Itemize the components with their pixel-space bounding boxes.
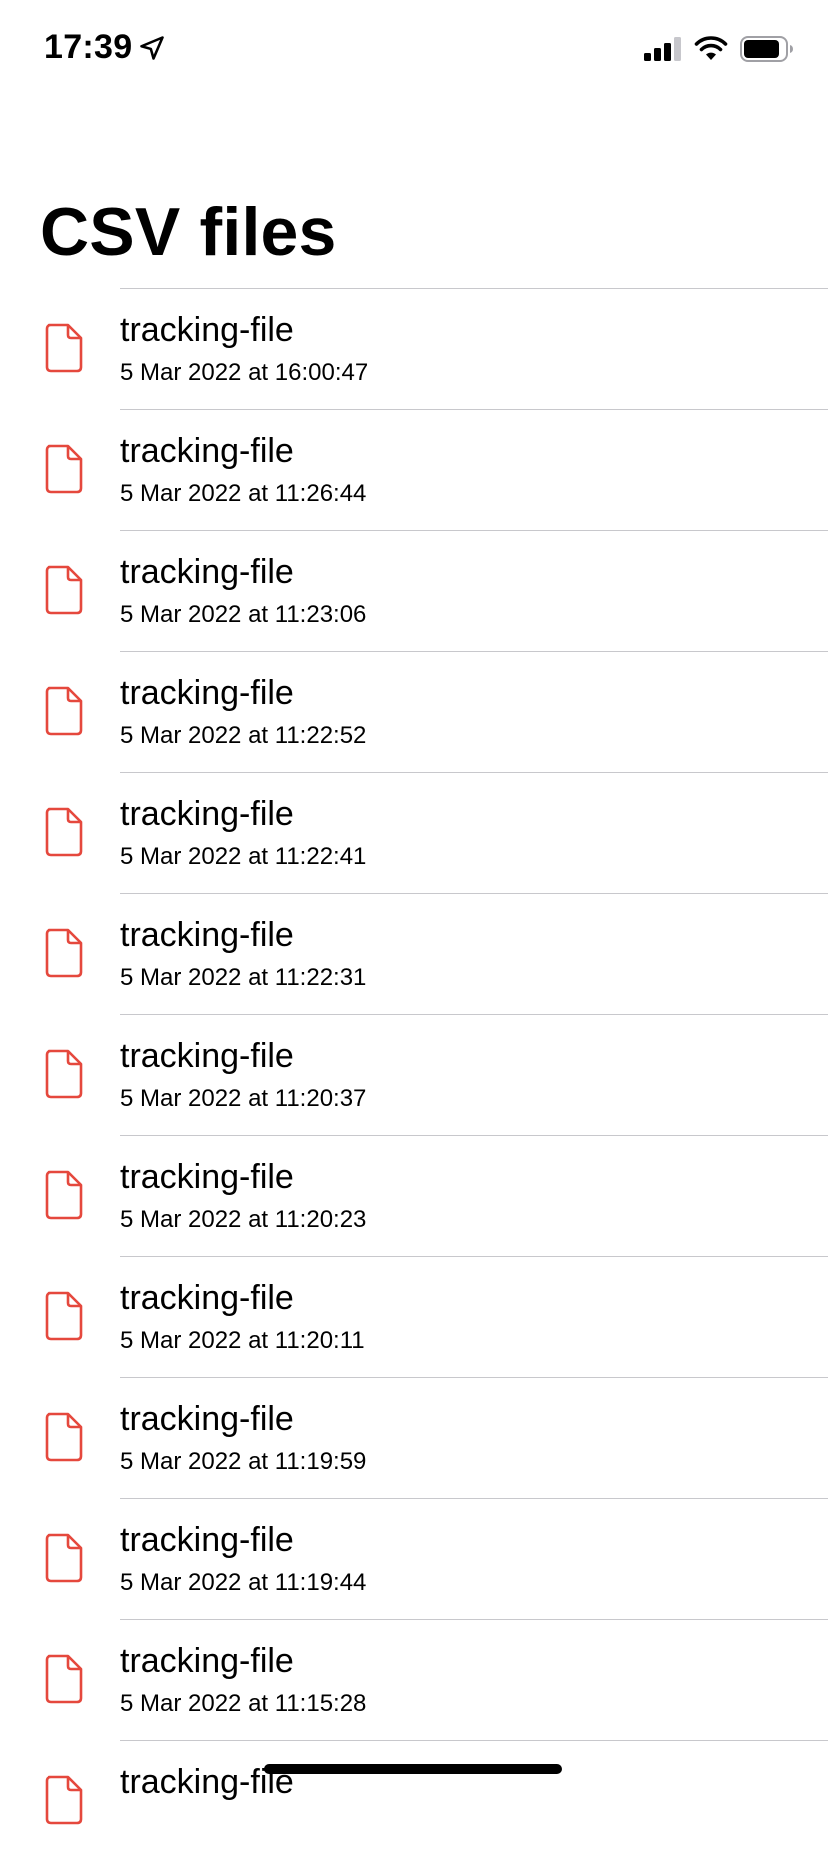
file-date: 5 Mar 2022 at 11:19:59 [120, 1448, 367, 1475]
status-icons [644, 36, 794, 62]
file-row[interactable]: tracking-file 5 Mar 2022 at 11:26:44 [0, 409, 828, 530]
document-icon [45, 1291, 83, 1341]
document-icon [45, 1775, 83, 1825]
file-row[interactable]: tracking-file 5 Mar 2022 at 11:19:59 [0, 1377, 828, 1498]
document-icon [45, 807, 83, 857]
document-icon [45, 323, 83, 373]
file-name: tracking-file [120, 795, 294, 833]
file-row[interactable]: tracking-file 5 Mar 2022 at 11:22:41 [0, 772, 828, 893]
row-divider [120, 1740, 828, 1741]
page-title: CSV files [40, 194, 337, 270]
file-name: tracking-file [120, 1037, 294, 1075]
file-row[interactable]: tracking-file 5 Mar 2022 at 16:00:47 [0, 288, 828, 409]
document-icon [45, 1170, 83, 1220]
file-name: tracking-file [120, 674, 294, 712]
file-row[interactable]: tracking-file 5 Mar 2022 at 11:15:28 [0, 1619, 828, 1740]
row-divider [120, 530, 828, 531]
row-divider [120, 1014, 828, 1015]
cellular-signal-icon [644, 37, 681, 61]
file-date: 5 Mar 2022 at 11:22:52 [120, 722, 367, 749]
file-name: tracking-file [120, 311, 294, 349]
file-name: tracking-file [120, 916, 294, 954]
file-date: 5 Mar 2022 at 11:20:23 [120, 1206, 367, 1233]
document-icon [45, 1412, 83, 1462]
document-icon [45, 444, 83, 494]
row-divider [120, 1135, 828, 1136]
file-date: 5 Mar 2022 at 11:22:41 [120, 843, 367, 870]
file-date: 5 Mar 2022 at 11:20:11 [120, 1327, 365, 1354]
file-date: 5 Mar 2022 at 11:15:28 [120, 1690, 367, 1717]
status-time-group: 17:39 [44, 28, 166, 67]
file-date: 5 Mar 2022 at 11:19:44 [120, 1569, 367, 1596]
document-icon [45, 928, 83, 978]
wifi-icon [694, 36, 728, 60]
file-date: 5 Mar 2022 at 16:00:47 [120, 359, 369, 386]
file-row[interactable]: tracking-file [0, 1740, 828, 1861]
row-divider [120, 1498, 828, 1499]
file-name: tracking-file [120, 1642, 294, 1680]
file-date: 5 Mar 2022 at 11:26:44 [120, 480, 367, 507]
file-date: 5 Mar 2022 at 11:20:37 [120, 1085, 367, 1112]
file-name: tracking-file [120, 1521, 294, 1559]
row-divider [120, 772, 828, 773]
row-divider [120, 1377, 828, 1378]
file-row[interactable]: tracking-file 5 Mar 2022 at 11:20:23 [0, 1135, 828, 1256]
file-row[interactable]: tracking-file 5 Mar 2022 at 11:22:31 [0, 893, 828, 1014]
file-row[interactable]: tracking-file 5 Mar 2022 at 11:19:44 [0, 1498, 828, 1619]
home-indicator[interactable] [264, 1764, 562, 1774]
file-name: tracking-file [120, 1158, 294, 1196]
status-time: 17:39 [44, 28, 133, 66]
document-icon [45, 1049, 83, 1099]
document-icon [45, 686, 83, 736]
file-date: 5 Mar 2022 at 11:22:31 [120, 964, 367, 991]
file-list: tracking-file 5 Mar 2022 at 16:00:47 track… [0, 288, 828, 1861]
file-name: tracking-file [120, 1400, 294, 1438]
row-divider [120, 1256, 828, 1257]
document-icon [45, 1654, 83, 1704]
row-divider [120, 651, 828, 652]
file-name: tracking-file [120, 432, 294, 470]
status-bar: 17:39 [0, 0, 828, 100]
file-name: tracking-file [120, 1279, 294, 1317]
file-name: tracking-file [120, 553, 294, 591]
battery-icon [740, 36, 793, 62]
file-row[interactable]: tracking-file 5 Mar 2022 at 11:20:37 [0, 1014, 828, 1135]
file-date: 5 Mar 2022 at 11:23:06 [120, 601, 367, 628]
file-row[interactable]: tracking-file 5 Mar 2022 at 11:23:06 [0, 530, 828, 651]
document-icon [45, 1533, 83, 1583]
row-divider [120, 288, 828, 289]
file-row[interactable]: tracking-file 5 Mar 2022 at 11:20:11 [0, 1256, 828, 1377]
location-arrow-icon [140, 35, 165, 60]
row-divider [120, 409, 828, 410]
row-divider [120, 893, 828, 894]
document-icon [45, 565, 83, 615]
file-row[interactable]: tracking-file 5 Mar 2022 at 11:22:52 [0, 651, 828, 772]
row-divider [120, 1619, 828, 1620]
